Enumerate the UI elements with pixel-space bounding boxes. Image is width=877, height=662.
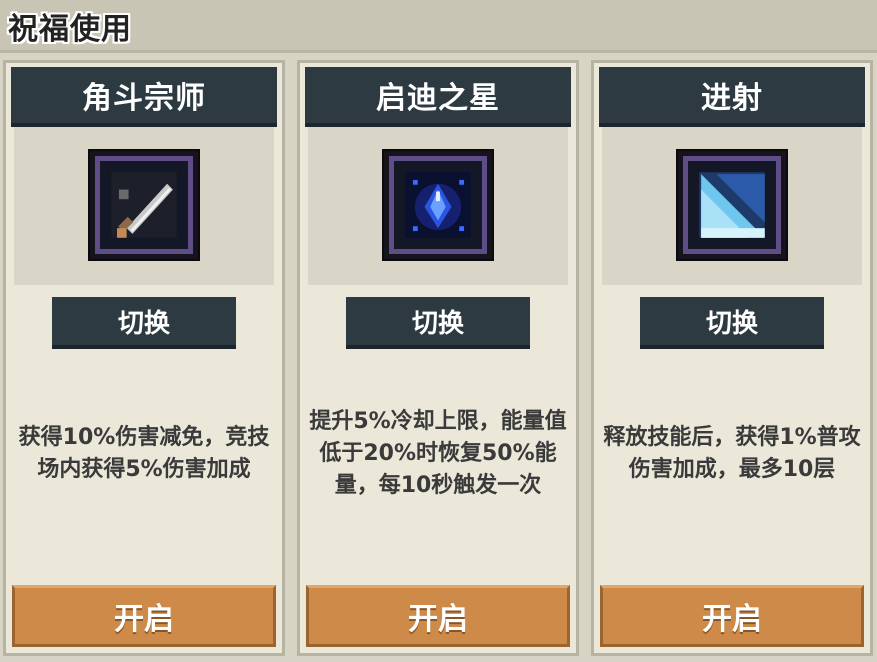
open-label: 开启: [702, 602, 762, 637]
card-header: 进射: [599, 67, 865, 127]
icon-panel: [602, 127, 862, 285]
open-button[interactable]: 开启: [306, 585, 570, 647]
blessing-card-2: 启迪之星 切换 提升5%冷却上限，能量值低于20%时恢复50%能量，每10秒触发…: [297, 60, 579, 656]
switch-button[interactable]: 切换: [640, 297, 824, 349]
icon-panel: [14, 127, 274, 285]
card-title: 角斗宗师: [82, 81, 206, 116]
description-text: 提升5%冷却上限，能量值低于20%时恢复50%能量，每10秒触发一次: [309, 409, 567, 498]
blessing-card-3: 进射 切换 释放技能后，获得1%普攻伤害加成，最多10层 开启: [591, 60, 873, 656]
description-text: 获得10%伤害减免，竞技场内获得5%伤害加成: [18, 425, 270, 482]
open-label: 开启: [114, 602, 174, 637]
top-bar: 祝福使用: [0, 0, 877, 53]
page-title: 祝福使用: [8, 12, 132, 47]
ice-slash-icon: [676, 149, 788, 261]
card-description: 获得10%伤害减免，竞技场内获得5%伤害加成: [12, 369, 276, 539]
switch-button[interactable]: 切换: [346, 297, 530, 349]
blessing-card-1: 角斗宗师 切换 获得10%伤害减免，竞技场内获得5%伤害加成 开启: [3, 60, 285, 656]
card-description: 提升5%冷却上限，能量值低于20%时恢复50%能量，每10秒触发一次: [306, 369, 570, 539]
description-text: 释放技能后，获得1%普攻伤害加成，最多10层: [603, 425, 861, 482]
card-header: 启迪之星: [305, 67, 571, 127]
card-title: 启迪之星: [376, 81, 500, 116]
open-button[interactable]: 开启: [600, 585, 864, 647]
card-header: 角斗宗师: [11, 67, 277, 127]
switch-label: 切换: [411, 308, 464, 339]
icon-panel: [308, 127, 568, 285]
card-title: 进射: [701, 81, 763, 116]
open-button[interactable]: 开启: [12, 585, 276, 647]
switch-label: 切换: [117, 308, 170, 339]
switch-label: 切换: [705, 308, 758, 339]
open-label: 开启: [408, 602, 468, 637]
card-description: 释放技能后，获得1%普攻伤害加成，最多10层: [600, 369, 864, 539]
switch-button[interactable]: 切换: [52, 297, 236, 349]
star-crystal-icon: [382, 149, 494, 261]
sword-icon: [88, 149, 200, 261]
